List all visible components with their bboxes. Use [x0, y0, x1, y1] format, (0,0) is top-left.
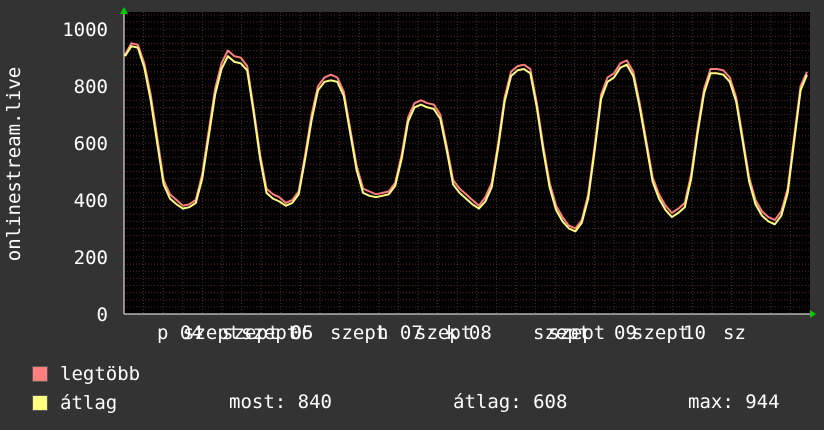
y-tick-label: 600: [74, 133, 108, 155]
legend-item-atlag: átlag: [32, 391, 117, 415]
x-axis-arrow: [810, 310, 816, 318]
y-tick-label: 400: [74, 190, 108, 212]
legend-label-atlag: átlag: [60, 392, 118, 414]
stat-atlag: átlag: 608: [453, 391, 568, 413]
y-tick-label: 0: [97, 304, 108, 326]
y-axis-label: onlinestream.live: [3, 67, 25, 261]
legend-label-legtobb: legtöbb: [60, 363, 141, 385]
legend-item-legtobb: legtöbb: [32, 362, 140, 386]
x-tick-label: szept: [632, 322, 689, 344]
x-tick-label: 06: [290, 322, 313, 344]
legend-swatch-atlag: [32, 395, 48, 411]
line-chart: 02004006008001000 p 04szeptszept 05szept…: [3, 7, 816, 344]
y-tick-labels: 0 200 400 600 800 1000: [62, 19, 108, 326]
x-tick-label: szept: [548, 322, 605, 344]
stat-max: max: 944: [688, 391, 780, 413]
legend-swatch-legtobb: [32, 366, 48, 382]
y-tick-label: 800: [74, 76, 108, 98]
chart-panel: 0 200 400 600 800 1000 p 04 szept szept 05 szept…: [0, 0, 824, 430]
y-axis-arrow: [120, 7, 128, 14]
x-tick-label: k 08: [446, 322, 492, 344]
y-tick-label: 200: [74, 247, 108, 269]
x-tick-label: 10: [683, 322, 706, 344]
y-tick-label: 1000: [62, 19, 108, 41]
x-tick-label: sz: [723, 322, 746, 344]
stat-most: most: 840: [229, 391, 332, 413]
x-tick-labels: p 04szeptszept 05szept06 szepth 07szeptk …: [157, 322, 746, 344]
